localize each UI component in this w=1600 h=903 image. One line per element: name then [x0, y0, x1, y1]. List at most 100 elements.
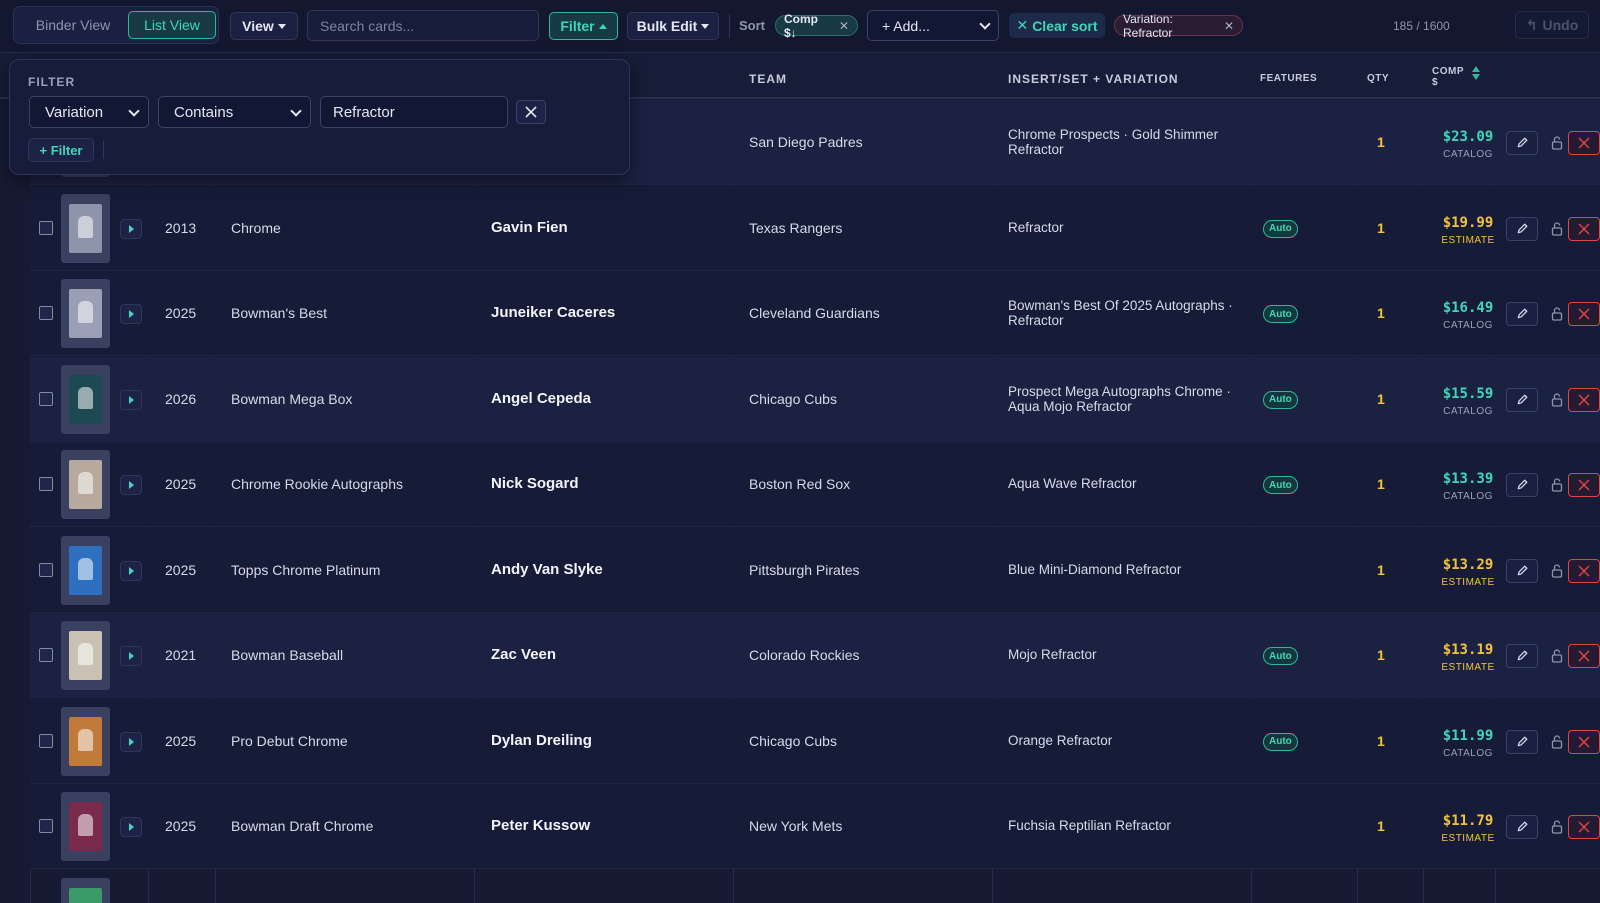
variation-filter-chip[interactable]: Variation: Refractor ✕ — [1114, 12, 1243, 40]
lock-button[interactable] — [1548, 561, 1566, 581]
player-cell[interactable]: Angel Cepeda — [491, 390, 591, 407]
expand-row-button[interactable] — [120, 218, 142, 239]
card-thumbnail[interactable] — [61, 450, 110, 519]
expand-row-button[interactable] — [120, 817, 142, 837]
add-filter-button[interactable]: + Filter — [28, 138, 94, 162]
edit-button[interactable] — [1506, 473, 1538, 497]
remove-filter-button[interactable] — [516, 100, 546, 124]
sort-arrows-icon[interactable] — [1472, 66, 1482, 82]
edit-button[interactable] — [1506, 815, 1538, 839]
delete-button[interactable] — [1568, 131, 1600, 155]
search-input[interactable] — [307, 10, 539, 41]
qty-cell[interactable]: 1 — [1377, 305, 1385, 321]
player-cell[interactable]: Andy Van Slyke — [491, 561, 603, 578]
row-select-checkbox[interactable] — [39, 648, 53, 662]
row-select-checkbox[interactable] — [39, 733, 53, 748]
card-thumbnail[interactable] — [61, 279, 110, 348]
delete-button[interactable] — [1568, 644, 1600, 668]
table-row[interactable]: 2026 Bowman Mega Box Angel Cepeda Chicago C… — [30, 356, 1600, 442]
table-row[interactable]: 2025 Chrome Rookie Autographs Nick Sogard B… — [30, 442, 1600, 527]
table-row[interactable]: 2013 Chrome Gavin Fien Texas Rangers Refract… — [30, 185, 1600, 271]
edit-button[interactable] — [1506, 131, 1538, 155]
filter-operator-select[interactable]: Contains — [158, 96, 311, 128]
lock-button[interactable] — [1548, 304, 1566, 324]
card-thumbnail[interactable] — [61, 706, 110, 776]
table-row[interactable]: 2025 Bowman's Best Juneiker Caceres Clevela… — [30, 271, 1600, 356]
card-thumbnail[interactable] — [61, 877, 110, 903]
expand-row-button[interactable] — [120, 731, 142, 752]
edit-button[interactable] — [1506, 644, 1538, 668]
lock-button[interactable] — [1548, 646, 1566, 666]
sort-chip[interactable]: Comp $↓ ✕ — [775, 12, 858, 40]
qty-cell[interactable]: 1 — [1377, 733, 1385, 749]
delete-button[interactable] — [1568, 387, 1600, 412]
bulk-edit-button[interactable]: Bulk Edit — [627, 12, 719, 40]
delete-button[interactable] — [1568, 815, 1600, 839]
expand-row-button[interactable] — [120, 304, 142, 324]
row-select-checkbox[interactable] — [39, 306, 53, 320]
player-cell[interactable]: Juneiker Caceres — [491, 304, 615, 321]
edit-button[interactable] — [1506, 558, 1538, 583]
edit-button[interactable] — [1506, 216, 1538, 241]
row-select-checkbox[interactable] — [39, 819, 53, 833]
expand-row-button[interactable] — [120, 475, 142, 495]
card-thumbnail[interactable] — [61, 193, 110, 263]
close-icon[interactable]: ✕ — [1224, 19, 1234, 33]
delete-button[interactable] — [1568, 558, 1600, 583]
lock-button[interactable] — [1548, 219, 1566, 239]
row-select-checkbox[interactable] — [39, 220, 53, 235]
lock-button[interactable] — [1548, 390, 1566, 410]
edit-button[interactable] — [1506, 729, 1538, 754]
delete-button[interactable] — [1568, 216, 1600, 241]
qty-cell[interactable]: 1 — [1377, 818, 1385, 834]
features-column-header[interactable]: FEATURES — [1260, 73, 1317, 84]
view-menu-button[interactable]: View — [230, 12, 298, 40]
list-view-button[interactable]: List View — [128, 11, 216, 39]
delete-button[interactable] — [1568, 473, 1600, 497]
expand-row-button[interactable] — [120, 389, 142, 410]
expand-row-button[interactable] — [120, 646, 142, 666]
lock-button[interactable] — [1548, 817, 1566, 837]
player-cell[interactable]: Nick Sogard — [491, 475, 579, 492]
table-row[interactable]: 2025 Pro Debut Chrome Dylan Dreiling Chicag… — [30, 698, 1600, 784]
lock-button[interactable] — [1548, 133, 1566, 153]
add-select[interactable]: + Add... — [867, 10, 999, 41]
player-cell[interactable]: Gavin Fien — [491, 219, 568, 236]
card-thumbnail[interactable] — [61, 364, 110, 434]
table-row[interactable]: 2021 Bowman Baseball Zac Veen Colorado Rock… — [30, 613, 1600, 698]
lock-button[interactable] — [1548, 475, 1566, 495]
card-thumbnail[interactable] — [61, 621, 110, 690]
card-thumbnail[interactable] — [61, 535, 110, 605]
qty-cell[interactable]: 1 — [1377, 647, 1385, 663]
qty-column-header[interactable]: QTY — [1367, 73, 1389, 84]
binder-view-button[interactable]: Binder View — [18, 11, 128, 39]
delete-button[interactable] — [1568, 729, 1600, 754]
delete-button[interactable] — [1568, 302, 1600, 326]
qty-cell[interactable]: 1 — [1377, 391, 1385, 407]
player-cell[interactable]: Zac Veen — [491, 646, 556, 663]
undo-button[interactable]: ↰ Undo — [1515, 11, 1589, 39]
row-select-checkbox[interactable] — [39, 391, 53, 406]
expand-row-button[interactable] — [120, 560, 142, 581]
lock-button[interactable] — [1548, 732, 1566, 752]
table-row[interactable]: 2025 Bowman Draft Chrome Peter Kussow New Y… — [30, 784, 1600, 869]
team-column-header[interactable]: TEAM — [749, 72, 787, 86]
close-icon[interactable]: ✕ — [839, 19, 849, 33]
qty-cell[interactable]: 1 — [1377, 220, 1385, 236]
row-select-checkbox[interactable] — [39, 562, 53, 577]
clear-sort-button[interactable]: ✕ Clear sort — [1009, 13, 1105, 38]
player-cell[interactable]: Dylan Dreiling — [491, 732, 592, 749]
qty-cell[interactable]: 1 — [1377, 134, 1385, 150]
qty-cell[interactable]: 1 — [1377, 562, 1385, 578]
row-select-checkbox[interactable] — [39, 477, 53, 491]
qty-cell[interactable]: 1 — [1377, 476, 1385, 492]
insert-column-header[interactable]: INSERT/SET + VARIATION — [1008, 72, 1179, 86]
table-row[interactable]: 2025 Topps Chrome Platinum Andy Van Slyke P… — [30, 527, 1600, 613]
card-thumbnail[interactable] — [61, 792, 110, 861]
filter-value-input[interactable] — [320, 96, 508, 128]
filter-field-select[interactable]: Variation — [29, 96, 149, 128]
edit-button[interactable] — [1506, 387, 1538, 412]
comp-column-header[interactable]: COMP — [1432, 66, 1464, 77]
edit-button[interactable] — [1506, 302, 1538, 326]
player-cell[interactable]: Peter Kussow — [491, 817, 590, 834]
